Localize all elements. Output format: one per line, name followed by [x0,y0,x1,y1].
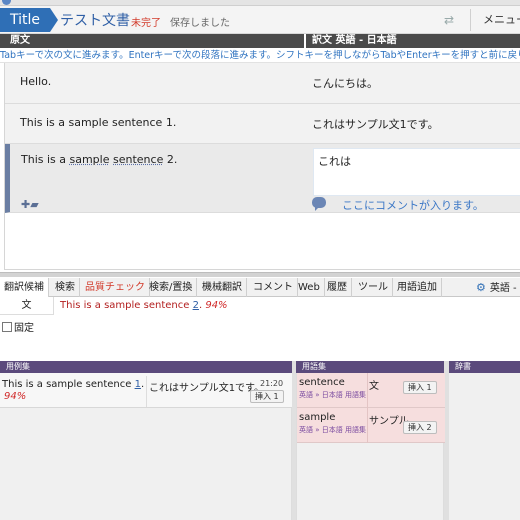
tab-add-term[interactable]: 用語追加 [393,278,442,297]
keyboard-hint: Tabキーで次の文に進みます。Enterキーで次の段落に進みます。シフトキーを押… [0,50,520,63]
active-segment-row[interactable]: This is a sample sentence 2. これは ✚▰ ここにコ… [5,144,520,213]
tab-search-replace[interactable]: 検索/置換 [145,278,198,297]
list-item: sentence 英語 » 日本語 用語集 文 挿入 1 [297,373,445,408]
term-highlight[interactable]: sentence [113,153,163,166]
segment-editor: Hello. こんにちは。 This is a sample sentence … [4,63,520,270]
fix-checkbox[interactable]: 固定 [2,319,34,334]
term-source: sentence [299,377,345,388]
term-path: 英語 » 日本語 用語集 [299,391,366,399]
segment-row[interactable]: Hello. こんにちは。 [5,63,520,104]
list-item: This is a sample sentence 1. 94% これはサンプル… [0,373,292,408]
document-name: テスト文書 [60,13,130,29]
top-bar: Title テスト文書 未完了 保存しました ⇄ メニュー [0,6,520,34]
target-editor-text: これは [318,155,351,168]
segment-source: This is a sample sentence 1. [20,116,177,129]
app-icon [2,0,11,5]
pane-splitter[interactable] [0,272,520,277]
list-item: sample 英語 » 日本語 用語集 サンプル 挿入 2 [297,408,445,443]
tab-tools[interactable]: ツール [354,278,393,297]
candidate-panel: 文 This is a sample sentence 2. 94% 固定 [0,297,520,357]
segment-target[interactable]: これはサンプル文1です。 [312,116,439,132]
divider [367,373,368,408]
title-tab[interactable]: Title [0,8,58,32]
target-column-header: 訳文 英語 - 日本語 [306,34,520,48]
document-status: 未完了 [131,18,161,29]
dictionary-panel-header: 辞書 [449,361,520,373]
insert-button[interactable]: 挿入 1 [403,381,437,394]
comment-icon[interactable] [312,197,326,211]
divider [367,408,368,443]
menu-button[interactable]: メニュー [470,9,520,31]
segment-source: Hello. [20,75,52,88]
tab-quality-check[interactable]: 品質チェック [81,278,150,297]
dictionary-panel [449,373,520,520]
checkbox-icon [2,322,12,332]
example-source: This is a sample sentence 1. [2,379,145,390]
tab-history[interactable]: 履歴 [323,278,352,297]
gear-icon: ⚙ [476,281,486,294]
tab-web[interactable]: Web [294,278,325,297]
match-rate: 94% [205,300,228,311]
term-path: 英語 » 日本語 用語集 [299,426,366,434]
segment-target[interactable]: こんにちは。 [312,75,378,91]
glossary-panel-header: 用語集 [296,361,444,373]
candidate-type: 文 [0,297,54,315]
insert-button[interactable]: 挿入 2 [403,421,437,434]
segment-source: This is a sample sentence 2. [21,153,178,166]
term-highlight[interactable]: sample [70,153,110,166]
target-editor[interactable]: これは [313,148,520,196]
example-time: 21:20 [260,379,284,388]
examples-panel-header: 用例集 [0,361,292,373]
tab-translation-candidates[interactable]: 翻訳候補 [0,278,49,297]
language-selector[interactable]: ⚙ 英語 - [476,279,517,296]
source-column-header: 原文 [0,34,304,48]
save-status: 保存しました [170,18,230,29]
tab-search[interactable]: 検索 [51,278,80,297]
comment-text[interactable]: ここにコメントが入ります。 [342,197,484,213]
examples-panel: This is a sample sentence 1. 94% これはサンプル… [0,373,292,520]
glossary-panel: sentence 英語 » 日本語 用語集 文 挿入 1 sample 英語 »… [296,373,445,520]
term-source: sample [299,412,336,423]
segment-row[interactable]: This is a sample sentence 1. これはサンプル文1です… [5,104,520,144]
tool-tabs: 翻訳候補 検索 品質チェック 検索/置換 機械翻訳 コメント Web 履歴 ツー… [0,278,520,297]
tab-comment[interactable]: コメント [249,278,298,297]
term-target: 文 [369,381,379,392]
swap-icon[interactable]: ⇄ [444,13,460,27]
insert-button[interactable]: 挿入 1 [250,390,284,403]
add-comment-icon[interactable]: ✚▰ [21,198,39,211]
candidate-sentence[interactable]: This is a sample sentence 2. 94% [60,300,228,311]
tab-machine-translation[interactable]: 機械翻訳 [198,278,247,297]
app-window: Title テスト文書 未完了 保存しました ⇄ メニュー 原文 訳文 英語 -… [0,0,520,520]
match-rate: 94% [4,391,27,402]
